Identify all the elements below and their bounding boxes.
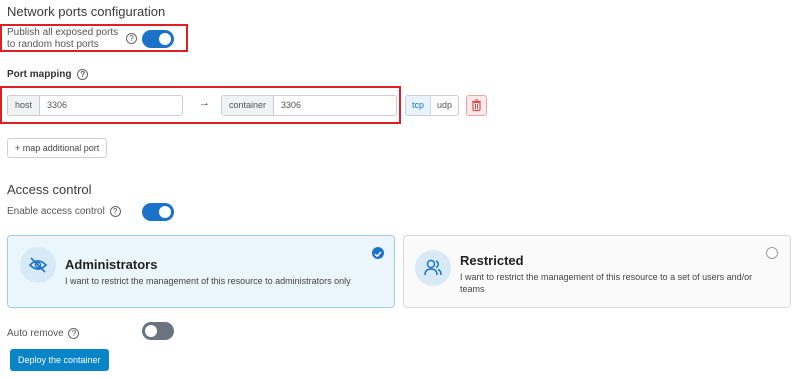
toggle-knob [159,33,171,45]
protocol-tcp[interactable]: tcp [406,96,432,115]
users-icon [424,259,442,276]
container-port-input[interactable]: 3306 [274,96,301,115]
administrators-description: I want to restrict the management of thi… [65,276,351,286]
protocol-udp[interactable]: udp [431,96,458,115]
remove-mapping-button[interactable] [466,95,487,116]
enable-access-control-label: Enable access control ? [7,206,121,217]
access-option-restricted[interactable]: Restricted I want to restrict the manage… [403,235,791,308]
deploy-container-button[interactable]: Deploy the container [10,349,109,371]
publish-ports-label: Publish all exposed ports to random host… [7,27,119,50]
container-port-field[interactable]: container 3306 [221,95,397,116]
selected-check-icon [372,247,384,259]
auto-remove-label: Auto remove ? [7,328,80,339]
protocol-selector[interactable]: tcp udp [405,95,460,116]
port-mapping-label: Port mapping ? [7,69,89,80]
access-control-help-icon[interactable]: ? [109,206,121,217]
administrators-title: Administrators [65,257,158,272]
port-mapping-help-icon[interactable]: ? [77,69,89,80]
host-port-field[interactable]: host 3306 [7,95,183,116]
access-control-toggle[interactable] [142,203,174,221]
restricted-description: I want to restrict the management of thi… [460,272,753,294]
administrators-icon-circle [20,247,56,283]
restricted-icon-circle [415,250,451,286]
access-control-title: Access control [7,182,92,197]
toggle-knob [159,206,171,218]
host-addon: host [8,96,41,115]
publish-ports-toggle[interactable] [142,30,174,48]
publish-help-icon[interactable]: ? [126,33,137,44]
map-additional-port-button[interactable]: + map additional port [7,138,108,158]
network-ports-title: Network ports configuration [7,4,166,19]
host-port-input[interactable]: 3306 [40,96,67,115]
container-addon: container [222,96,275,115]
toggle-knob [145,325,157,337]
auto-remove-help-icon[interactable]: ? [68,328,80,339]
restricted-title: Restricted [460,253,524,268]
eye-slash-icon [28,257,48,273]
arrow-right-icon: → [199,97,210,109]
trash-icon [472,99,481,112]
unselected-radio[interactable] [766,247,778,259]
access-option-administrators[interactable]: Administrators I want to restrict the ma… [7,235,395,308]
auto-remove-toggle[interactable] [142,322,174,340]
